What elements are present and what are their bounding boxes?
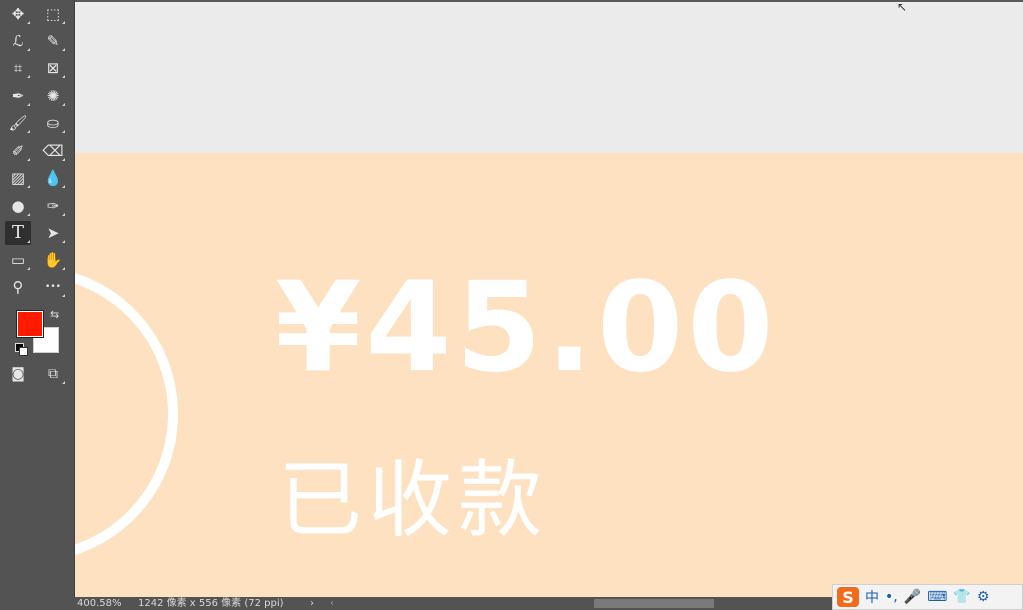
marquee-icon[interactable]: ⬚ bbox=[40, 2, 66, 26]
default-colors-icon[interactable] bbox=[15, 343, 28, 356]
ellipsis-icon[interactable]: ••• bbox=[40, 275, 66, 299]
canvas-top-border bbox=[75, 0, 1023, 2]
pen-icon[interactable]: ✑ bbox=[40, 194, 66, 218]
history-brush-icon[interactable]: ✐ bbox=[5, 139, 31, 163]
document-canvas[interactable]: ↖ ¥45.00 已收款 bbox=[75, 0, 1023, 597]
frame-icon[interactable]: ⊠ bbox=[40, 56, 66, 80]
dodge-icon[interactable]: ● bbox=[5, 194, 31, 218]
quick-select-icon[interactable]: ✎ bbox=[40, 29, 66, 53]
amount-text: ¥45.00 bbox=[275, 256, 778, 400]
scroll-left-icon[interactable]: ‹ bbox=[330, 597, 334, 610]
ime-keyboard-icon[interactable]: ⌨ bbox=[927, 589, 947, 605]
clone-stamp-icon[interactable]: ⛀ bbox=[40, 111, 66, 135]
document-info: 1242 像素 x 556 像素 (72 ppi) bbox=[138, 598, 284, 609]
eraser-icon[interactable]: ⌫ bbox=[40, 139, 66, 163]
eyedropper-icon[interactable]: ✒ bbox=[5, 84, 31, 108]
path-select-icon[interactable]: ➤ bbox=[40, 221, 66, 245]
foreground-color-swatch[interactable] bbox=[17, 311, 43, 337]
mouse-cursor-icon: ↖ bbox=[897, 0, 908, 14]
spot-healing-icon[interactable]: ✺ bbox=[40, 84, 66, 108]
check-circle-icon bbox=[75, 266, 178, 562]
doc-info-menu-icon[interactable]: › bbox=[310, 597, 314, 610]
zoom-icon[interactable]: ⚲ bbox=[5, 275, 31, 299]
ime-language-toggle[interactable]: 中 bbox=[865, 587, 879, 607]
crop-icon[interactable]: ⌗ bbox=[5, 56, 31, 80]
swap-colors-icon[interactable]: ⇆ bbox=[50, 308, 59, 321]
rectangle-icon[interactable]: ▭ bbox=[5, 248, 31, 272]
brush-icon[interactable]: 🖌 bbox=[5, 111, 31, 135]
ime-settings-icon[interactable]: ⚙ bbox=[977, 589, 990, 605]
horizontal-scrollbar-thumb[interactable] bbox=[594, 599, 714, 608]
tools-panel: ✥ ⬚ ℒ ✎ ⌗ ⊠ ✒ ✺ 🖌 ⛀ ✐ ⌫ ▨ 💧 ● ✑ T ➤ ▭ ✋ … bbox=[0, 0, 75, 610]
ime-skin-icon[interactable]: 👕 bbox=[953, 589, 970, 605]
screen-mode-icon[interactable]: ⧉ bbox=[40, 362, 66, 386]
ime-microphone-icon[interactable]: 🎤 bbox=[904, 589, 921, 605]
zoom-level[interactable]: 400.58% bbox=[77, 597, 122, 610]
type-icon[interactable]: T bbox=[5, 221, 31, 245]
ime-punctuation-icon[interactable]: •, bbox=[885, 589, 898, 605]
move-icon[interactable]: ✥ bbox=[5, 2, 31, 26]
sogou-logo-icon[interactable]: S bbox=[837, 587, 859, 607]
image-peach-background: ¥45.00 已收款 bbox=[75, 153, 1023, 597]
gradient-icon[interactable]: ▨ bbox=[5, 166, 31, 190]
quick-mask-icon[interactable]: ◙ bbox=[5, 362, 31, 386]
blur-drop-icon[interactable]: 💧 bbox=[40, 166, 66, 190]
ime-toolbar: S 中 •, 🎤 ⌨ 👕 ⚙ bbox=[832, 584, 1023, 610]
payment-status-text: 已收款 bbox=[278, 451, 549, 549]
hand-icon[interactable]: ✋ bbox=[40, 248, 66, 272]
lasso-icon[interactable]: ℒ bbox=[5, 29, 31, 53]
